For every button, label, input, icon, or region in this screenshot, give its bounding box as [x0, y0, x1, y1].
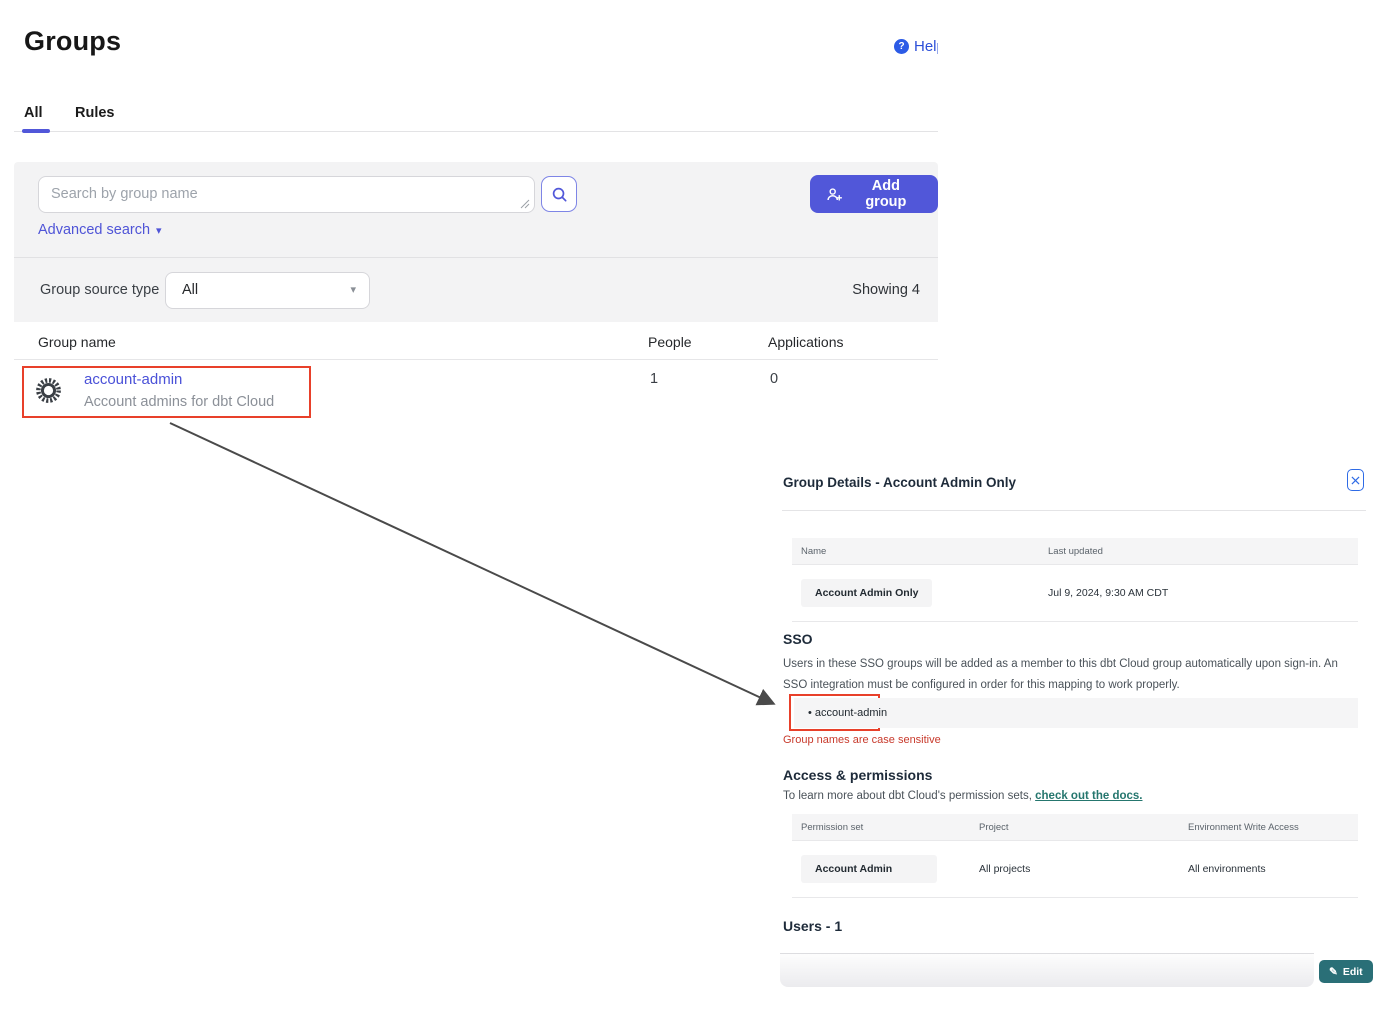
name-table-header: Name Last updated	[792, 538, 1358, 565]
permissions-table: Permission set Project Environment Write…	[792, 814, 1358, 898]
tab-all[interactable]: All	[24, 105, 43, 121]
column-header-last-updated: Last updated	[1039, 538, 1358, 564]
search-icon	[550, 185, 569, 204]
panel-title: Group Details - Account Admin Only	[783, 475, 1016, 490]
add-group-label: Add group	[850, 178, 922, 210]
sso-group-list: account-admin	[794, 698, 1358, 728]
permission-set-badge: Account Admin	[801, 855, 937, 883]
column-header-environment-write-access: Environment Write Access	[1179, 814, 1358, 840]
name-table: Name Last updated Account Admin Only Jul…	[792, 538, 1358, 622]
case-sensitive-warning: Group names are case sensitive	[783, 734, 941, 746]
group-details-panel: Group Details - Account Admin Only Name …	[782, 462, 1366, 1002]
groups-admin-page: Groups ? Help All Rules	[0, 0, 1386, 1009]
tab-rules[interactable]: Rules	[75, 105, 115, 121]
help-label: Help	[914, 38, 938, 55]
table-row: Account Admin All projects All environme…	[792, 841, 1358, 898]
column-header-group-name: Group name	[38, 334, 116, 350]
group-source-type-label: Group source type	[40, 282, 159, 298]
column-header-name: Name	[792, 538, 1039, 564]
search-input[interactable]	[38, 176, 535, 213]
tabs-divider	[14, 131, 938, 132]
sso-description: Users in these SSO groups will be added …	[783, 654, 1361, 697]
advanced-search-label: Advanced search	[38, 222, 150, 238]
access-permissions-heading: Access & permissions	[783, 767, 932, 783]
help-link[interactable]: ? Help	[894, 38, 938, 55]
project-value: All projects	[970, 849, 1179, 889]
showing-count: Showing 4	[852, 282, 920, 298]
add-user-icon	[826, 186, 843, 203]
close-icon[interactable]	[1347, 469, 1364, 491]
column-header-people: People	[648, 334, 692, 350]
selected-source-type: All	[182, 282, 198, 298]
panel-divider	[14, 257, 938, 258]
caret-down-icon: ▾	[156, 224, 162, 237]
access-description: To learn more about dbt Cloud's permissi…	[783, 790, 1142, 802]
panel-footer-bar	[780, 953, 1314, 987]
search-button[interactable]	[541, 176, 577, 212]
column-header-permission-set: Permission set	[792, 814, 970, 840]
group-source-type-select[interactable]: All ▾	[165, 272, 370, 309]
column-header-project: Project	[970, 814, 1179, 840]
table-header-divider	[14, 359, 938, 360]
applications-count: 0	[770, 371, 778, 387]
last-updated-value: Jul 9, 2024, 9:30 AM CDT	[1039, 573, 1358, 613]
help-icon: ?	[894, 39, 909, 54]
sso-heading: SSO	[783, 631, 813, 647]
page-title: Groups	[24, 26, 121, 57]
docs-link[interactable]: check out the docs.	[1035, 790, 1142, 802]
highlight-rect-group-row	[22, 366, 311, 418]
environment-value: All environments	[1179, 849, 1358, 889]
edit-label: Edit	[1343, 966, 1363, 978]
users-heading: Users - 1	[783, 918, 842, 934]
filter-panel: Add group Advanced search ▾ Group source…	[14, 162, 938, 322]
caret-down-icon: ▾	[350, 283, 356, 296]
table-row: Account Admin Only Jul 9, 2024, 9:30 AM …	[792, 565, 1358, 622]
advanced-search-toggle[interactable]: Advanced search ▾	[38, 222, 162, 238]
column-header-applications: Applications	[768, 334, 844, 350]
people-count: 1	[650, 371, 658, 387]
sso-group-item: account-admin	[794, 707, 887, 719]
panel-header-divider	[782, 510, 1366, 511]
permissions-table-header: Permission set Project Environment Write…	[792, 814, 1358, 841]
edit-button[interactable]: ✎ Edit	[1319, 960, 1373, 983]
group-name-badge: Account Admin Only	[801, 579, 932, 607]
active-tab-indicator	[22, 129, 50, 133]
add-group-button[interactable]: Add group	[810, 175, 938, 213]
pencil-icon: ✎	[1329, 966, 1338, 978]
access-description-text: To learn more about dbt Cloud's permissi…	[783, 790, 1035, 802]
